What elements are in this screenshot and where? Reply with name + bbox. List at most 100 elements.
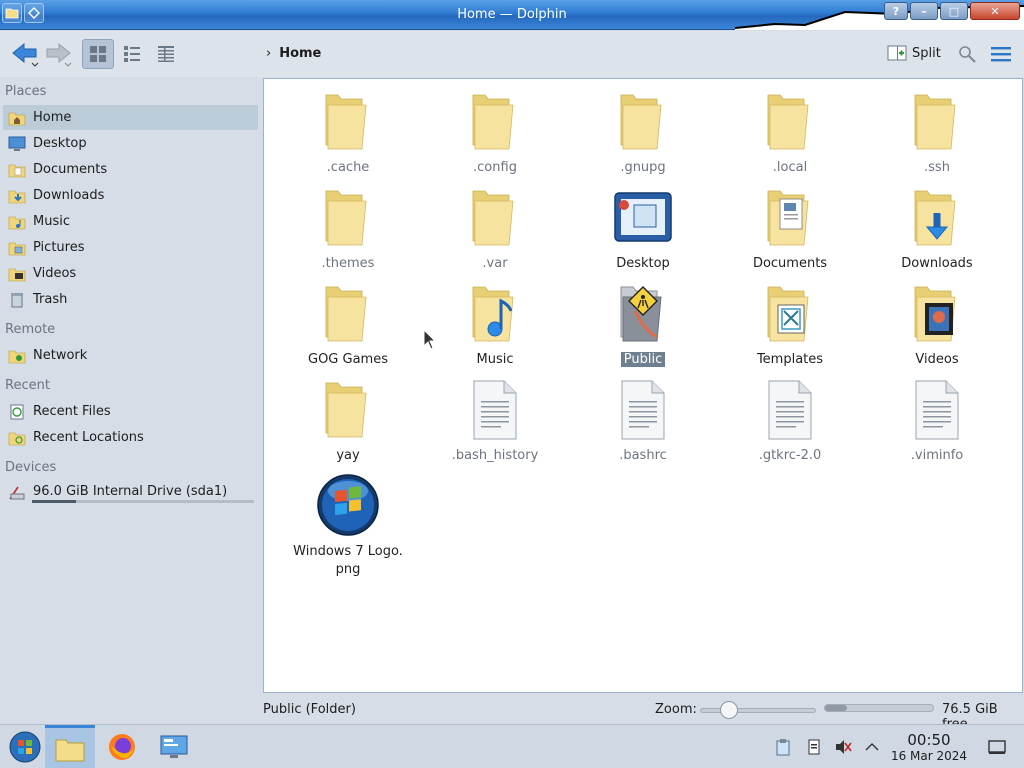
file-name: Downloads <box>877 255 997 273</box>
sidebar-item-network[interactable]: Network <box>3 343 258 368</box>
file-name-text: .gnupg <box>620 160 666 175</box>
hamburger-menu-icon <box>991 47 1011 62</box>
maximize-button[interactable]: □ <box>940 2 968 20</box>
tray-expand[interactable] <box>861 737 883 757</box>
file-item[interactable]: Windows 7 Logo. png <box>288 473 408 579</box>
file-item[interactable]: Public <box>583 281 703 369</box>
file-item[interactable]: .config <box>435 89 555 177</box>
text-file-icon <box>905 377 969 441</box>
file-name: Documents <box>730 255 850 273</box>
sidebar-item-videos[interactable]: Videos <box>3 261 258 286</box>
back-button[interactable] <box>8 39 42 69</box>
file-name-text: .config <box>473 160 517 175</box>
sidebar-item-desktop[interactable]: Desktop <box>3 131 258 156</box>
file-item[interactable]: .local <box>730 89 850 177</box>
recent-header: Recent <box>5 378 50 393</box>
recent-locations-icon <box>7 428 27 448</box>
minimize-button[interactable]: – <box>910 2 938 20</box>
sidebar-item-home[interactable]: Home <box>3 105 258 130</box>
taskbar-system-settings[interactable] <box>149 725 199 768</box>
file-item[interactable]: .bash_history <box>435 377 555 465</box>
file-item[interactable]: yay <box>288 377 408 465</box>
sidebar-item-music[interactable]: Music <box>3 209 258 234</box>
downloads-folder-icon <box>905 185 969 249</box>
start-menu-button[interactable] <box>0 725 50 768</box>
file-item[interactable]: Music <box>435 281 555 369</box>
free-space-bar <box>824 704 934 712</box>
compact-view-button[interactable] <box>116 39 148 69</box>
sidebar-item-downloads[interactable]: Downloads <box>3 183 258 208</box>
folder-icon <box>316 89 380 153</box>
file-name: .var <box>435 255 555 273</box>
file-item[interactable]: Templates <box>730 281 850 369</box>
file-name: .local <box>730 159 850 177</box>
digital-clock[interactable]: 00:50 16 Mar 2024 <box>888 731 970 763</box>
drive-usage-bar <box>32 500 254 503</box>
file-item[interactable]: Documents <box>730 185 850 273</box>
tray-device-notifier[interactable] <box>803 737 825 757</box>
clock-date: 16 Mar 2024 <box>890 749 968 763</box>
file-name: .config <box>435 159 555 177</box>
file-item[interactable]: .bashrc <box>583 377 703 465</box>
forward-button[interactable] <box>44 39 74 69</box>
folder-icon <box>316 185 380 249</box>
file-item[interactable]: Downloads <box>877 185 997 273</box>
file-view[interactable]: .cache .config .gnupg .local .ssh .theme… <box>263 78 1023 693</box>
file-item[interactable]: .cache <box>288 89 408 177</box>
file-item[interactable]: .gtkrc-2.0 <box>730 377 850 465</box>
file-item[interactable]: .var <box>435 185 555 273</box>
sidebar-item-recent-locations[interactable]: Recent Locations <box>3 425 258 450</box>
sidebar-item-pictures[interactable]: Pictures <box>3 235 258 260</box>
zoom-label: Zoom: <box>655 702 697 717</box>
home-folder-icon <box>7 108 27 128</box>
zoom-slider[interactable] <box>700 708 816 713</box>
sidebar-item-recent-files[interactable]: Recent Files <box>3 399 258 424</box>
help-button[interactable]: ? <box>884 2 908 20</box>
file-item[interactable]: GOG Games <box>288 281 408 369</box>
file-item[interactable]: Videos <box>877 281 997 369</box>
file-item[interactable]: .gnupg <box>583 89 703 177</box>
tray-clipboard[interactable] <box>772 737 794 757</box>
zoom-slider-handle[interactable] <box>720 701 738 719</box>
file-item[interactable]: .ssh <box>877 89 997 177</box>
file-name: Videos <box>877 351 997 369</box>
split-label: Split <box>912 45 941 61</box>
hamburger-menu-button[interactable] <box>988 39 1014 69</box>
search-button[interactable] <box>955 39 979 69</box>
text-file-icon <box>758 377 822 441</box>
icons-view-icon <box>90 46 106 62</box>
templates-folder-icon <box>758 281 822 345</box>
toolbar: › Home Split <box>0 31 1024 77</box>
sidebar-item-documents[interactable]: Documents <box>3 157 258 182</box>
file-name-text: Public <box>620 352 666 367</box>
details-view-button[interactable] <box>150 39 182 69</box>
videos-folder-icon <box>905 281 969 345</box>
file-name: .bashrc <box>583 447 703 465</box>
file-name-text: Videos <box>915 352 959 367</box>
file-name-text: Desktop <box>616 256 670 271</box>
title-bar[interactable]: Home — Dolphin ? – □ ✕ <box>0 0 1024 30</box>
folder-icon <box>316 377 380 441</box>
close-button[interactable]: ✕ <box>970 2 1020 20</box>
file-name-text: .gtkrc-2.0 <box>758 448 822 463</box>
devices-header: Devices <box>5 460 57 475</box>
file-item[interactable]: .viminfo <box>877 377 997 465</box>
arrow-left-icon <box>12 42 39 67</box>
file-name-text: .bashrc <box>619 448 667 463</box>
breadcrumb[interactable]: › Home <box>266 46 321 61</box>
show-desktop-button[interactable] <box>986 737 1008 757</box>
split-button[interactable]: Split <box>887 43 941 63</box>
taskbar-firefox[interactable] <box>97 725 147 768</box>
sidebar-item-trash[interactable]: Trash <box>3 287 258 312</box>
file-name-text: .local <box>772 160 808 175</box>
file-item[interactable]: .themes <box>288 185 408 273</box>
taskbar-dolphin[interactable] <box>45 725 95 768</box>
volume-muted-icon <box>836 740 852 754</box>
file-name-text: .var <box>482 256 508 271</box>
file-item[interactable]: Desktop <box>583 185 703 273</box>
selection-status: Public (Folder) <box>263 702 356 717</box>
tray-volume[interactable] <box>832 737 854 757</box>
breadcrumb-home[interactable]: Home <box>279 46 321 61</box>
icons-view-button[interactable] <box>82 39 114 69</box>
folder-icon <box>463 185 527 249</box>
